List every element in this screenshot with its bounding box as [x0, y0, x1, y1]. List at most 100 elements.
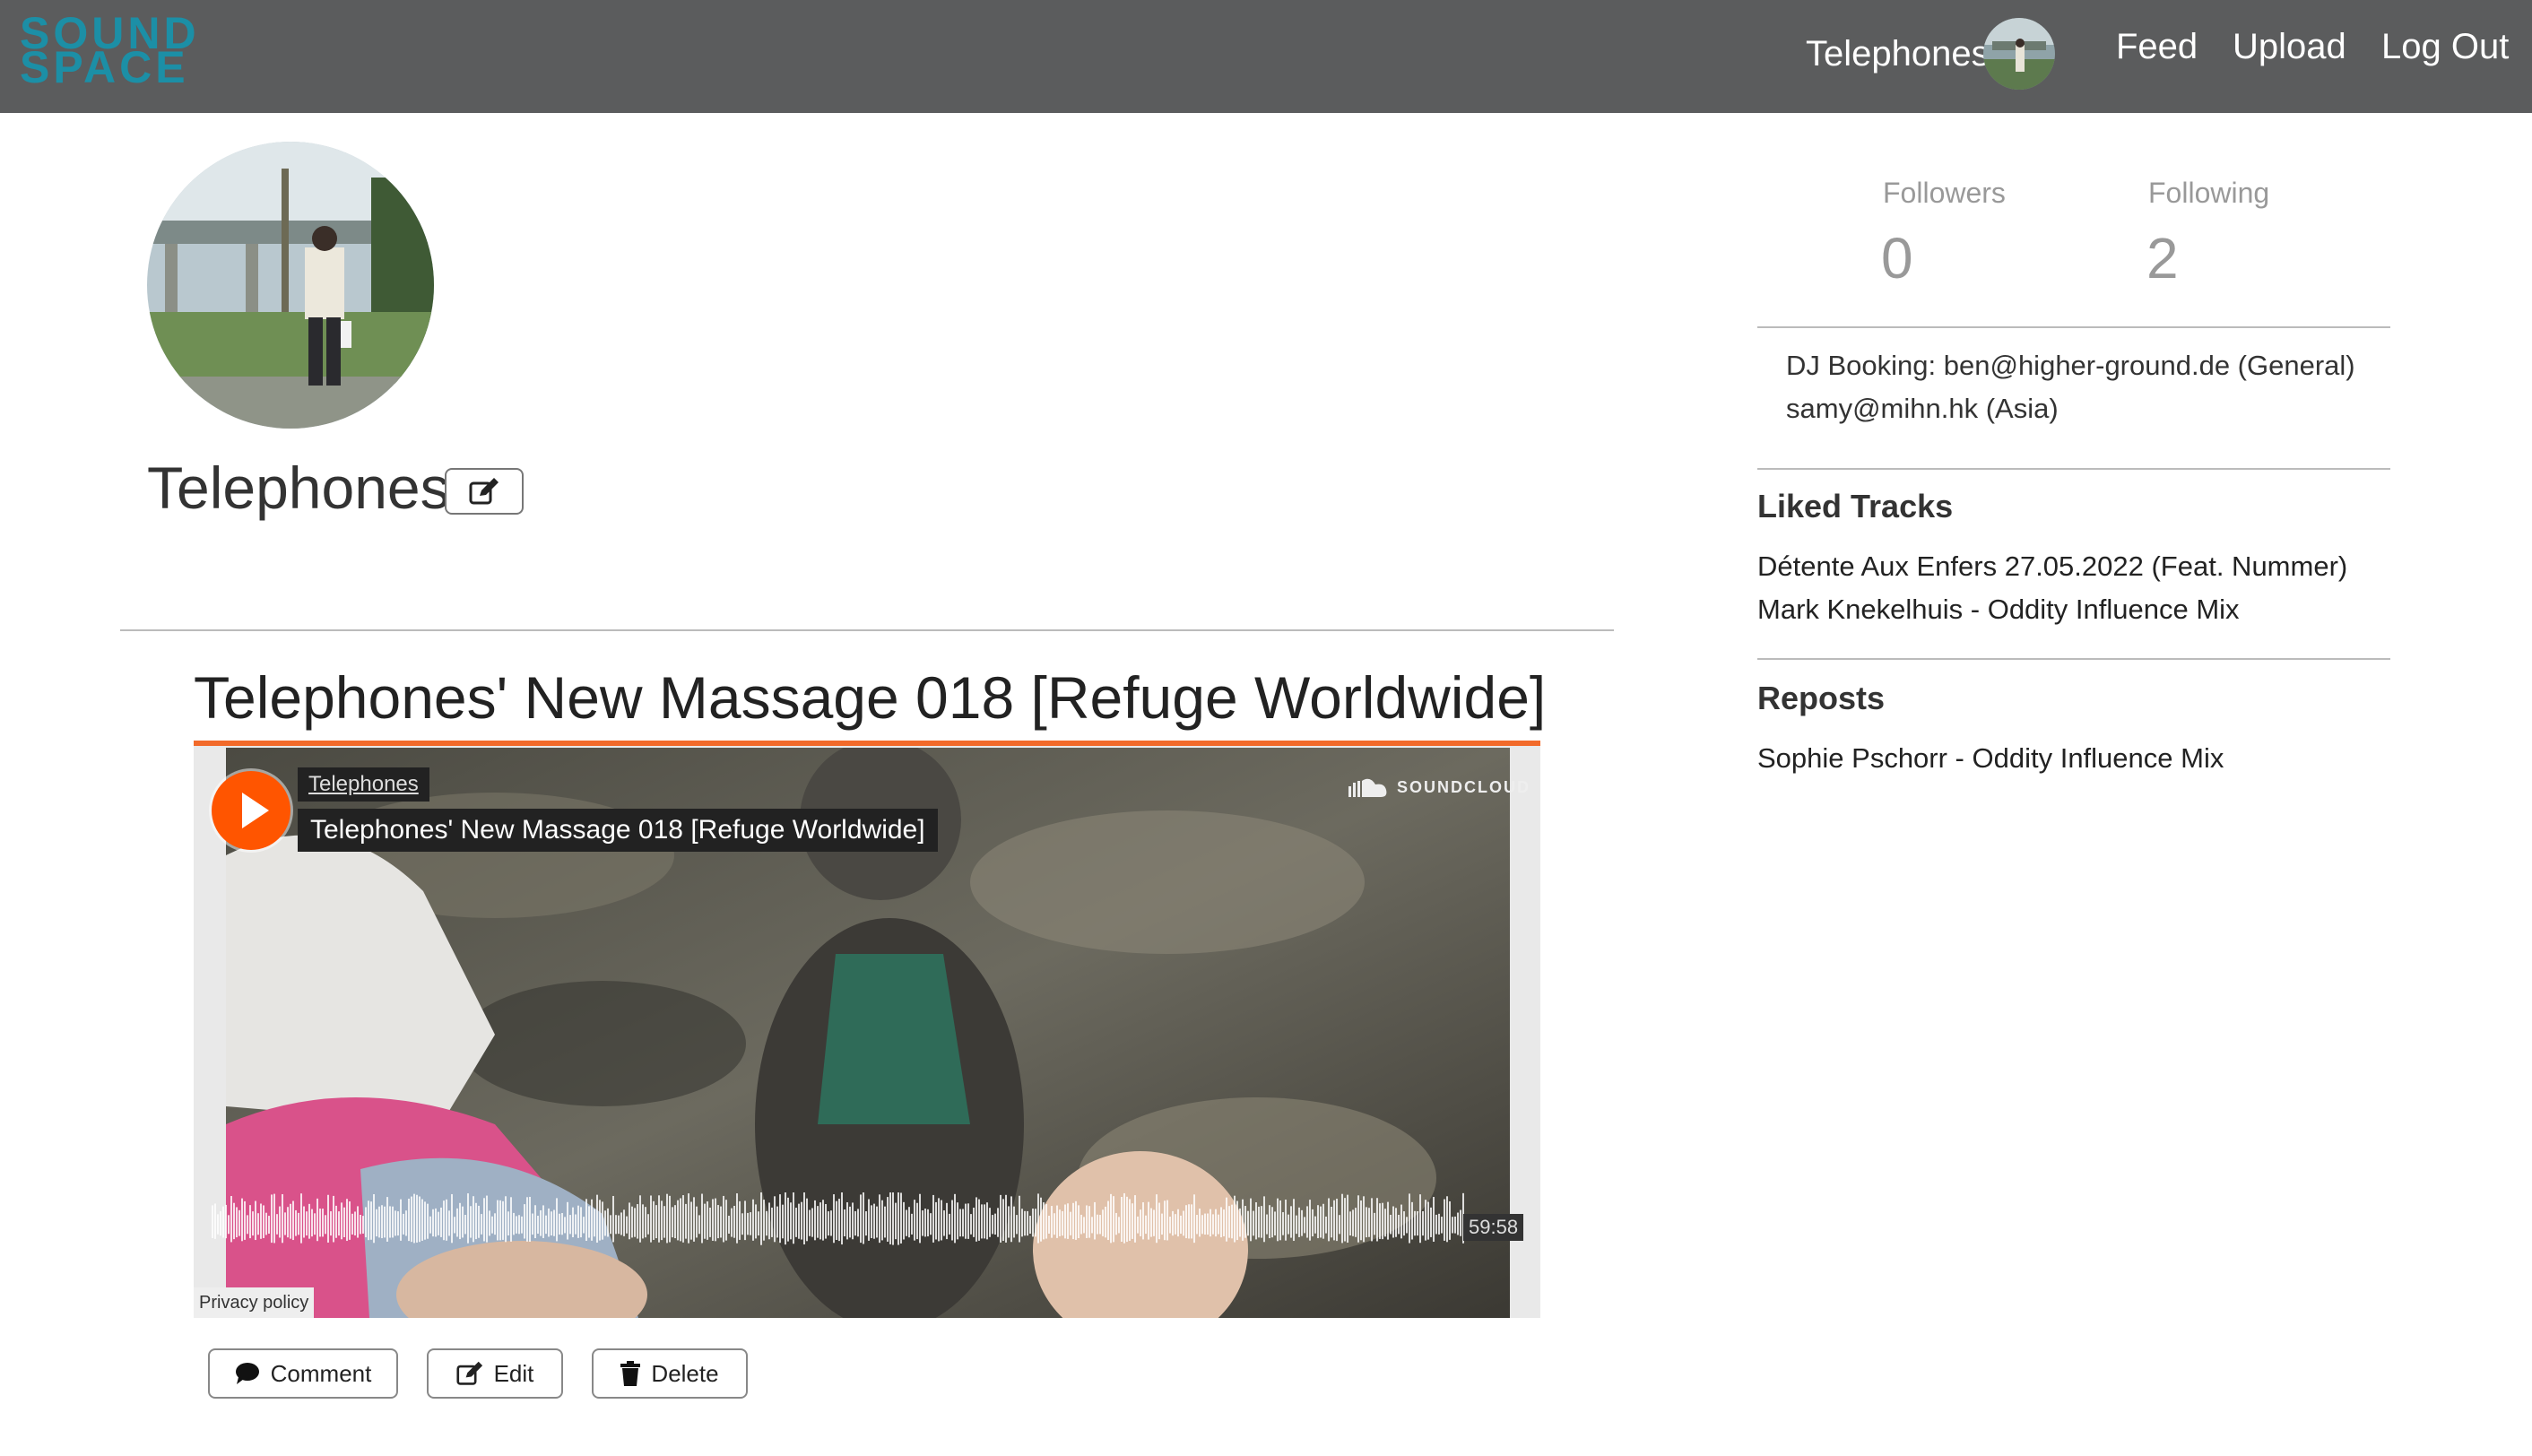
waveform-bar: [583, 1217, 585, 1234]
waveform-bar: [741, 1213, 743, 1235]
track-title[interactable]: Telephones' New Massage 018 [Refuge Worl…: [194, 662, 1546, 733]
edit-track-button[interactable]: Edit: [427, 1348, 563, 1399]
waveform-bar: [1419, 1194, 1421, 1244]
soundcloud-logo[interactable]: SOUNDCLOUD: [1348, 776, 1530, 798]
waveform-bar: [1325, 1216, 1327, 1234]
waveform-bar: [1357, 1195, 1359, 1243]
waveform-bar: [502, 1200, 504, 1240]
waveform-bar: [416, 1194, 418, 1243]
waveform-bar: [276, 1214, 278, 1235]
following-label[interactable]: Following: [2148, 174, 2269, 212]
waveform-bar: [690, 1201, 692, 1240]
waveform-bar: [879, 1194, 880, 1244]
waveform-bar: [1314, 1216, 1316, 1234]
waveform-bar: [265, 1212, 267, 1235]
waveform-bar: [760, 1192, 762, 1245]
waveform-bar: [365, 1207, 367, 1238]
waveform-bar: [1247, 1210, 1249, 1236]
waveform-bar: [212, 1205, 213, 1238]
embed-artist-link[interactable]: Telephones: [298, 767, 429, 802]
waveform-bar: [1449, 1200, 1451, 1240]
waveform-bar: [230, 1196, 232, 1243]
waveform-bar: [1148, 1201, 1149, 1240]
nav-link-upload[interactable]: Upload: [2233, 22, 2346, 72]
waveform-bar: [935, 1201, 937, 1240]
waveform-bar: [793, 1192, 794, 1244]
waveform-bar: [645, 1207, 646, 1238]
waveform-bar: [954, 1193, 956, 1244]
waveform-bar: [548, 1208, 550, 1237]
nav-link-feed[interactable]: Feed: [2116, 22, 2198, 72]
privacy-policy-link[interactable]: Privacy policy: [194, 1287, 315, 1318]
waveform-bar: [1406, 1217, 1408, 1234]
waveform-bar: [1261, 1206, 1262, 1238]
waveform-bar: [1029, 1216, 1031, 1234]
waveform-bar: [540, 1209, 542, 1236]
waveform-bar: [233, 1202, 235, 1240]
nav-link-logout[interactable]: Log Out: [2381, 22, 2509, 72]
comment-button[interactable]: Comment: [208, 1348, 398, 1399]
waveform-bar: [1150, 1208, 1152, 1237]
waveform-bar: [1218, 1214, 1219, 1235]
waveform-bar: [384, 1206, 386, 1238]
waveform-bar: [306, 1211, 308, 1236]
waveform-bar: [559, 1213, 560, 1235]
waveform-bar: [930, 1213, 932, 1235]
waveform-bar: [779, 1194, 781, 1244]
waveform-bar: [1430, 1207, 1432, 1237]
waveform-bar: [876, 1206, 878, 1238]
waveform-bar: [857, 1209, 859, 1237]
logo-line-2: SPACE: [20, 42, 189, 92]
waveform-bar: [292, 1200, 294, 1241]
followers-label[interactable]: Followers: [1883, 174, 2006, 212]
waveform-bar: [257, 1213, 259, 1235]
repost-item[interactable]: Sophie Pschorr - Oddity Influence Mix: [1757, 737, 2224, 780]
nav-avatar[interactable]: [1983, 18, 2055, 90]
liked-track-item[interactable]: Mark Knekelhuis - Oddity Influence Mix: [1757, 588, 2240, 631]
waveform-bar: [489, 1210, 490, 1236]
waveform-bar: [615, 1215, 617, 1235]
waveform-bar: [1387, 1201, 1389, 1240]
followers-count[interactable]: 0: [1881, 222, 1913, 294]
waveform-bar: [666, 1193, 668, 1244]
waveform-bar: [1169, 1217, 1171, 1234]
waveform-bar: [464, 1215, 466, 1235]
waveform-bar: [688, 1193, 689, 1244]
waveform-bar: [1123, 1192, 1125, 1244]
liked-track-item[interactable]: Détente Aux Enfers 27.05.2022 (Feat. Num…: [1757, 545, 2347, 588]
waveform-bar: [454, 1217, 455, 1234]
waveform-bar: [1242, 1199, 1244, 1241]
following-count[interactable]: 2: [2146, 222, 2179, 294]
waveform-bar: [1398, 1214, 1400, 1235]
waveform-bar: [1161, 1213, 1163, 1235]
waveform-bar: [1301, 1209, 1303, 1236]
waveform-bar: [1019, 1195, 1020, 1243]
waveform-bar: [1363, 1196, 1365, 1243]
waveform-bar: [1080, 1214, 1082, 1235]
waveform-bar: [1105, 1206, 1106, 1238]
waveform-bar: [1115, 1212, 1117, 1235]
waveform-bar: [1250, 1198, 1252, 1242]
waveform-bar: [370, 1201, 372, 1240]
delete-track-button[interactable]: Delete: [592, 1348, 748, 1399]
waveform-bar: [1282, 1212, 1284, 1235]
waveform[interactable]: [212, 1192, 1467, 1253]
profile-avatar: [147, 142, 434, 429]
waveform-bar: [411, 1196, 412, 1243]
nav-username[interactable]: Telephones: [1806, 27, 1990, 81]
waveform-bar: [1188, 1204, 1190, 1239]
edit-profile-button[interactable]: [445, 468, 524, 515]
waveform-bar: [838, 1199, 840, 1242]
waveform-bar: [914, 1200, 915, 1241]
site-logo[interactable]: SOUND SPACE: [20, 11, 235, 93]
waveform-bar: [623, 1209, 625, 1236]
waveform-bar: [486, 1195, 488, 1243]
play-button[interactable]: [212, 771, 290, 850]
waveform-bar: [1064, 1204, 1066, 1239]
track-duration: 59:58: [1463, 1214, 1524, 1241]
waveform-bar: [1226, 1197, 1227, 1242]
waveform-bar: [497, 1200, 499, 1241]
waveform-bar: [333, 1195, 334, 1243]
embed-track-title[interactable]: Telephones' New Massage 018 [Refuge Worl…: [298, 809, 938, 852]
trash-icon: [620, 1361, 641, 1386]
